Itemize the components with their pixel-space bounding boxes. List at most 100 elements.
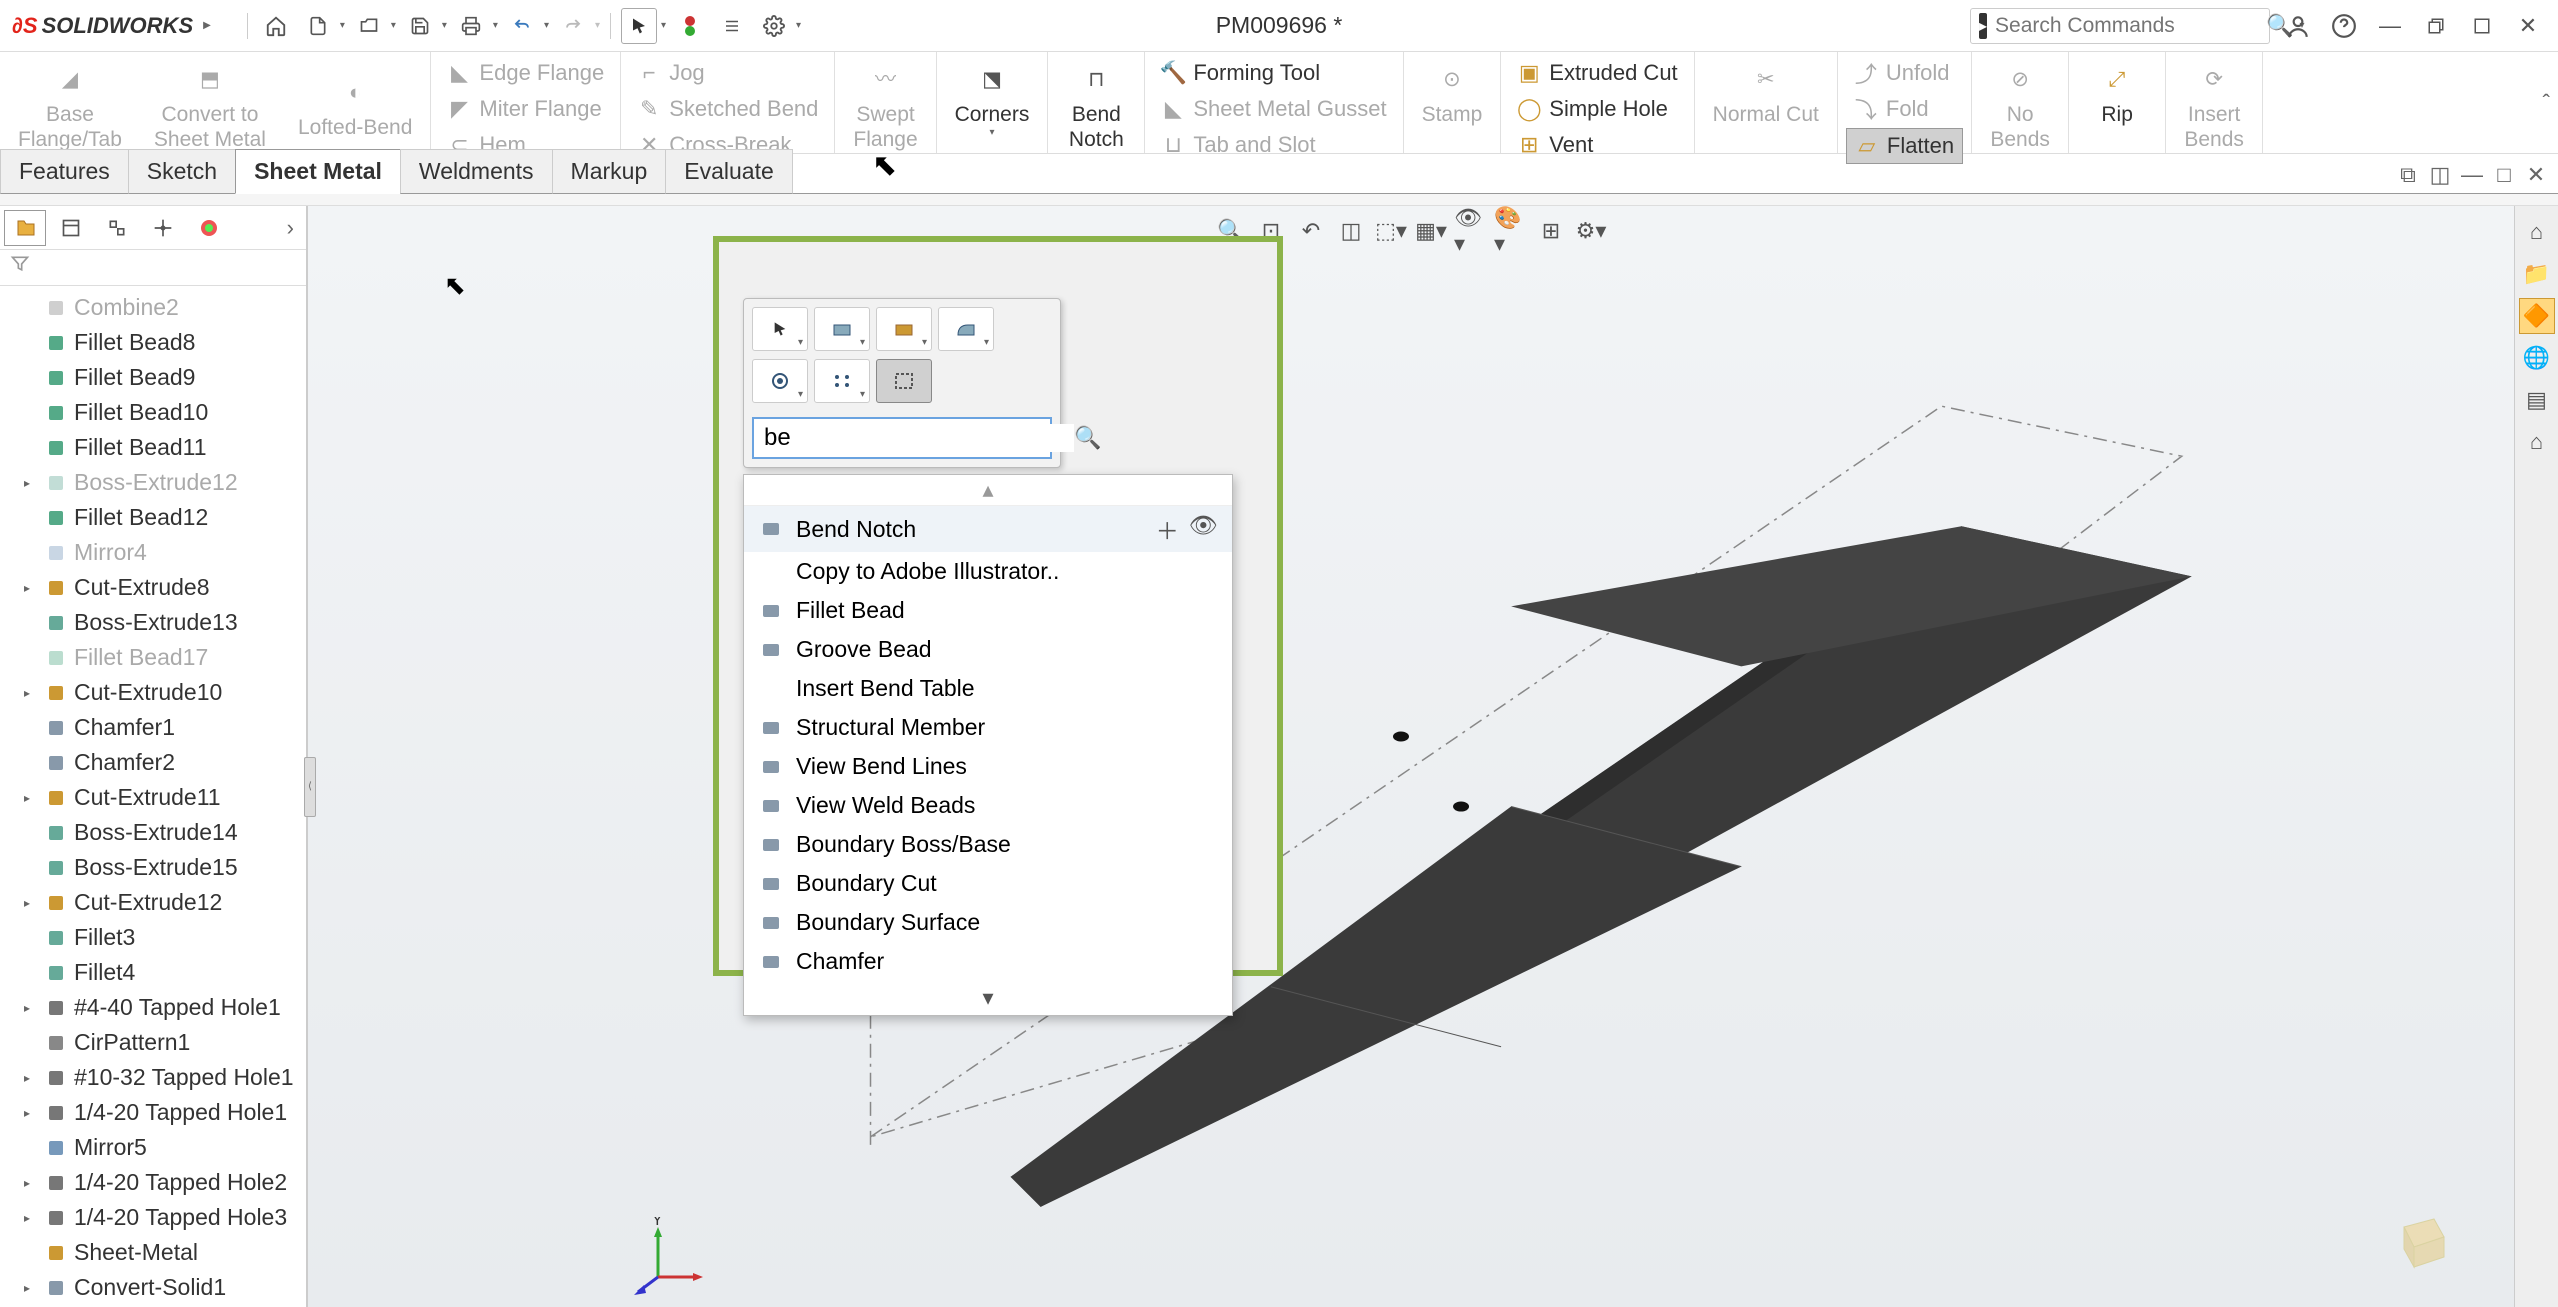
- tree-expand-icon[interactable]: ▸: [24, 1071, 38, 1085]
- search-result-item[interactable]: Fillet Bead: [744, 591, 1232, 630]
- tree-item[interactable]: ▸1/4-20 Tapped Hole3: [0, 1200, 306, 1235]
- panel-splitter[interactable]: ⟨: [304, 757, 316, 817]
- rip-button[interactable]: ⤢Rip: [2077, 56, 2157, 131]
- tree-expand-icon[interactable]: ▸: [24, 581, 38, 595]
- orientation-cube[interactable]: [2384, 1207, 2454, 1277]
- search-result-item[interactable]: Boundary Cut: [744, 864, 1232, 903]
- popup-hole-wizard-button[interactable]: ▾: [752, 359, 808, 403]
- tree-item[interactable]: Boss-Extrude15: [0, 850, 306, 885]
- search-result-item[interactable]: Chamfer: [744, 942, 1232, 981]
- restore-button[interactable]: [2418, 8, 2454, 44]
- undo-button[interactable]: [504, 8, 540, 44]
- open-dropdown-icon[interactable]: ▾: [391, 20, 396, 31]
- tree-expand-icon[interactable]: ▸: [24, 1176, 38, 1190]
- design-library-tab[interactable]: 📁: [2519, 256, 2555, 292]
- tree-expand-icon[interactable]: ▸: [24, 1106, 38, 1120]
- viewport-minimize-icon[interactable]: —: [2458, 161, 2486, 189]
- search-result-item[interactable]: Structural Member: [744, 708, 1232, 747]
- options-list-button[interactable]: [714, 8, 750, 44]
- tree-item[interactable]: ▸1/4-20 Tapped Hole2: [0, 1165, 306, 1200]
- maximize-button[interactable]: [2464, 8, 2500, 44]
- ribbon-collapse-icon[interactable]: ˆ: [2543, 90, 2550, 116]
- settings-button[interactable]: [756, 8, 792, 44]
- panel-tabs-more-icon[interactable]: ›: [279, 215, 302, 241]
- select-button[interactable]: [621, 8, 657, 44]
- feature-tree[interactable]: Combine2Fillet Bead8Fillet Bead9Fillet B…: [0, 286, 306, 1307]
- popup-reference-geometry-button[interactable]: [876, 359, 932, 403]
- bend-notch-button[interactable]: ⊓Bend Notch: [1056, 56, 1136, 156]
- shortcut-search-box[interactable]: 🔍: [752, 417, 1052, 459]
- settings-dropdown-icon[interactable]: ▾: [796, 20, 801, 31]
- tree-item[interactable]: ▸1/4-20 Tapped Hole1: [0, 1095, 306, 1130]
- popup-pattern-button[interactable]: ▾: [814, 359, 870, 403]
- tree-item[interactable]: ▸Boss-Extrude12: [0, 465, 306, 500]
- tree-item[interactable]: ▸Cut-Extrude12: [0, 885, 306, 920]
- print-dropdown-icon[interactable]: ▾: [493, 20, 498, 31]
- tab-weldments[interactable]: Weldments: [400, 149, 553, 194]
- user-account-icon[interactable]: [2280, 8, 2316, 44]
- tree-item[interactable]: Chamfer1: [0, 710, 306, 745]
- viewport-split-icon[interactable]: ◫: [2426, 161, 2454, 189]
- logo-dropdown-icon[interactable]: ▶: [203, 20, 211, 31]
- popup-boss-extrude-button[interactable]: ▾: [814, 307, 870, 351]
- rebuild-button[interactable]: [672, 8, 708, 44]
- tree-item[interactable]: Mirror5: [0, 1130, 306, 1165]
- select-dropdown-icon[interactable]: ▾: [661, 20, 666, 31]
- tree-item[interactable]: ▸Cut-Extrude10: [0, 675, 306, 710]
- tree-expand-icon[interactable]: ▸: [24, 1281, 38, 1295]
- viewport-popout-icon[interactable]: ⧉: [2394, 161, 2422, 189]
- help-icon[interactable]: [2326, 8, 2362, 44]
- add-to-toolbar-icon[interactable]: ＋: [1156, 512, 1179, 546]
- minimize-button[interactable]: —: [2372, 8, 2408, 44]
- tree-item[interactable]: Boss-Extrude14: [0, 815, 306, 850]
- search-result-item[interactable]: Copy to Adobe Illustrator..: [744, 552, 1232, 591]
- tree-item[interactable]: Mirror4: [0, 535, 306, 570]
- tab-sketch[interactable]: Sketch: [128, 149, 236, 194]
- shortcut-search-input[interactable]: [764, 424, 1074, 452]
- display-manager-tab[interactable]: [188, 210, 230, 246]
- results-scroll-down-icon[interactable]: ▾: [744, 981, 1232, 1015]
- view-palette-tab[interactable]: ▤: [2519, 382, 2555, 418]
- search-result-item[interactable]: Boundary Surface: [744, 903, 1232, 942]
- results-scroll-up-icon[interactable]: ▴: [744, 475, 1232, 506]
- tree-item[interactable]: CirPattern1: [0, 1025, 306, 1060]
- tree-item[interactable]: ▸Convert-Solid1: [0, 1270, 306, 1305]
- search-commands-input[interactable]: [1995, 14, 2266, 38]
- forum-tab[interactable]: ⌂: [2519, 424, 2555, 460]
- tree-item[interactable]: Fillet Bead9: [0, 360, 306, 395]
- home-button[interactable]: [258, 8, 294, 44]
- print-button[interactable]: [453, 8, 489, 44]
- tree-expand-icon[interactable]: ▸: [24, 896, 38, 910]
- flatten-button[interactable]: ▱Flatten: [1846, 128, 1963, 164]
- property-manager-tab[interactable]: [50, 210, 92, 246]
- corners-button[interactable]: ⬔Corners▾: [945, 56, 1040, 143]
- configuration-manager-tab[interactable]: [96, 210, 138, 246]
- feature-filter-bar[interactable]: [0, 250, 306, 286]
- search-result-item[interactable]: View Bend Lines: [744, 747, 1232, 786]
- popup-select-button[interactable]: ▾: [752, 307, 808, 351]
- undo-dropdown-icon[interactable]: ▾: [544, 20, 549, 31]
- popup-cut-extrude-button[interactable]: ▾: [876, 307, 932, 351]
- tree-item[interactable]: ▸#10-32 Tapped Hole1: [0, 1060, 306, 1095]
- redo-button[interactable]: [555, 8, 591, 44]
- tab-evaluate[interactable]: Evaluate: [665, 149, 793, 194]
- save-button[interactable]: [402, 8, 438, 44]
- tree-expand-icon[interactable]: ▸: [24, 1211, 38, 1225]
- open-button[interactable]: [351, 8, 387, 44]
- tree-item[interactable]: Fillet3: [0, 920, 306, 955]
- tree-item[interactable]: Fillet Bead12: [0, 500, 306, 535]
- tree-item[interactable]: Boss-Extrude13: [0, 605, 306, 640]
- extruded-cut-button[interactable]: ▣Extruded Cut: [1509, 56, 1685, 90]
- search-result-item[interactable]: Boundary Boss/Base: [744, 825, 1232, 864]
- tree-expand-icon[interactable]: ▸: [24, 476, 38, 490]
- tree-item[interactable]: ▸#4-40 Tapped Hole1: [0, 990, 306, 1025]
- popup-fillet-button[interactable]: ▾: [938, 307, 994, 351]
- new-button[interactable]: [300, 8, 336, 44]
- search-result-item[interactable]: Insert Bend Table: [744, 669, 1232, 708]
- search-result-item[interactable]: Groove Bead: [744, 630, 1232, 669]
- graphics-viewport[interactable]: 🔍 ⊡ ↶ ◫ ⬚▾ ▦▾ 👁▾ 🎨▾ ⊞ ⚙▾: [308, 206, 2514, 1307]
- tree-expand-icon[interactable]: ▸: [24, 791, 38, 805]
- save-dropdown-icon[interactable]: ▾: [442, 20, 447, 31]
- tab-sheet-metal[interactable]: Sheet Metal: [235, 149, 401, 194]
- tree-item[interactable]: Fillet Bead8: [0, 325, 306, 360]
